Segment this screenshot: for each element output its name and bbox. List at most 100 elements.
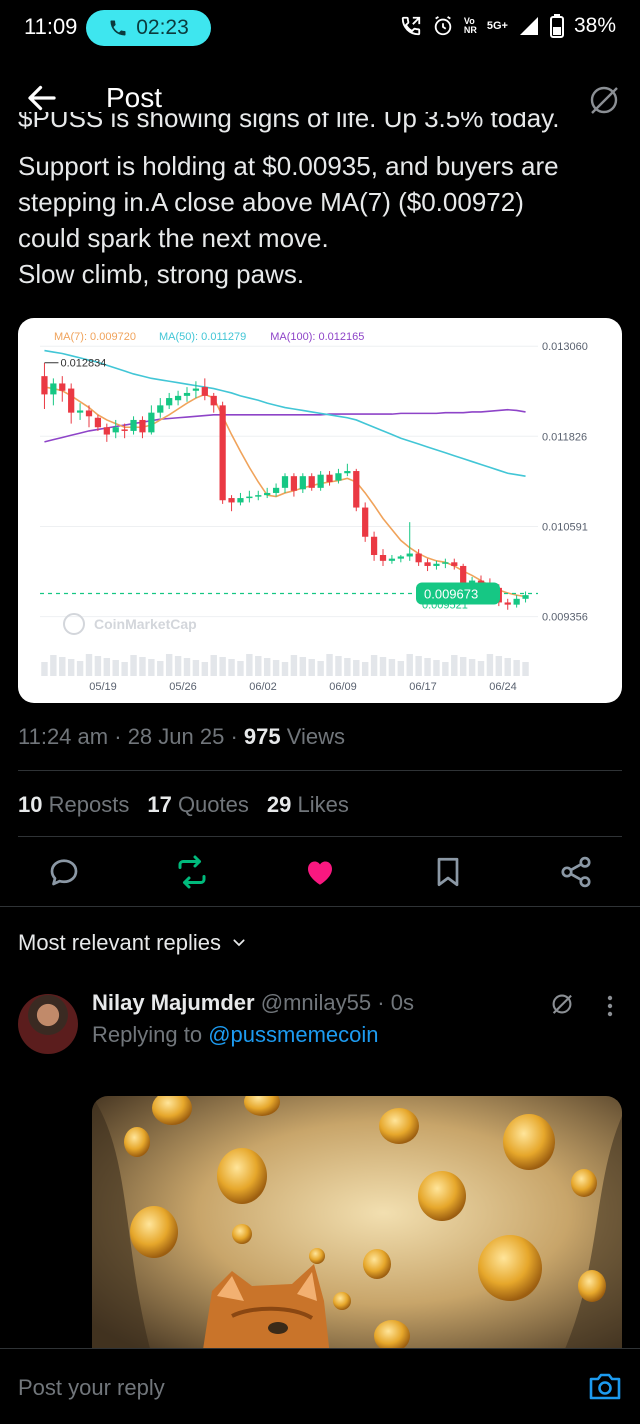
volume-bar [76,661,84,676]
legend-entry: MA(100): 0.012165 [270,331,364,343]
candle-body [451,562,458,566]
reply-icon[interactable] [46,854,82,890]
reply-input[interactable]: Post your reply [18,1375,165,1401]
volume-bar [112,660,119,676]
signal-icon [519,17,538,35]
volume-bar [246,654,253,676]
candle-body [370,536,378,555]
replying-to-link[interactable]: @pussmemecoin [208,1022,378,1047]
chart-image[interactable]: 0.013060 0.011826 0.010591 0.009356 MA(7): 0… [18,318,622,703]
candle-body [94,417,102,428]
divider [18,770,622,771]
candle-body [237,498,244,503]
candle-body [442,562,449,564]
volume-bar [41,662,48,676]
volume-bar [157,661,164,676]
candle-body [335,473,342,481]
candle-body [210,395,217,406]
avatar[interactable] [18,994,78,1054]
volume-bar [263,658,271,676]
volume-bar [148,659,155,676]
candle-body [504,602,511,605]
share-icon[interactable] [558,854,594,890]
post-meta: 11:24 am · 28 Jun 25 · 975 Views [18,724,346,749]
candle-body [148,412,155,433]
quotes-stat[interactable]: 17 Quotes [147,792,249,818]
legend-entry: MA(50): 0.011279 [159,331,246,343]
x-tick-label: 05/26 [169,681,197,693]
candle-body [281,476,289,488]
cat-with-coins-illustration [92,1096,622,1356]
candle-body [424,562,431,566]
volte-indicator: Vo NR [464,17,477,35]
more-options-icon[interactable] [600,992,620,1020]
candle-body [344,471,351,474]
volume-bar [353,660,360,676]
volume-bar [85,654,93,676]
reply-author[interactable]: Nilay Majumder @mnilay55 · 0s [92,990,414,1016]
reposts-stat[interactable]: 10 Reposts [18,792,129,818]
candle-body [308,476,315,488]
candle-body [388,558,396,561]
y-tick-label: 0.009356 [542,612,588,624]
x-tick-label: 06/17 [409,681,437,693]
low-label: 0.009521 [422,600,468,612]
replying-label: Replying to [92,1022,203,1047]
volume-bar [183,658,191,676]
x-tick-label: 06/24 [489,681,517,693]
volume-bar [237,661,244,676]
nr-label: NR [463,25,477,35]
post-date: 28 Jun 25 [127,724,225,749]
like-icon[interactable] [302,854,338,890]
chevron-down-icon [233,939,245,947]
ongoing-call-pill[interactable]: 02:23 [86,10,211,46]
candle-body [201,387,208,396]
call-forward-icon [401,16,421,36]
candle-body [121,429,128,431]
price-chart: 0.013060 0.011826 0.010591 0.009356 MA(7): 0… [40,331,588,693]
volume-bar [192,660,200,676]
candle-body [103,427,110,435]
likes-stat[interactable]: 29 Likes [267,792,349,818]
reply-composer: Post your reply [0,1348,640,1424]
post-actions [0,846,640,898]
grok-icon[interactable] [548,990,576,1018]
candle-body [157,405,164,413]
post-text-line: Support is holding at $0.00935, and buye… [18,151,559,181]
reply-media-image[interactable] [92,1096,622,1356]
candle-body [317,474,324,488]
candle-body [433,563,440,566]
volume-bar [370,655,378,676]
candle-body [183,392,191,396]
volume-bar [504,658,511,676]
volume-bar [388,659,396,676]
volume-bar [228,659,235,676]
replies-sort-dropdown[interactable]: Most relevant replies [18,930,247,956]
post-text: Support is holding at $0.00935, and buye… [18,148,628,292]
volume-bar [477,661,485,676]
post-text-clipped-line: $PUSS is showing signs of life. Up 3.5% … [18,112,628,136]
candle-body [59,383,66,391]
replies-heading: Most relevant replies [18,930,221,955]
volume-bar [201,662,209,676]
x-tick-label: 05/19 [89,681,117,693]
bookmark-icon[interactable] [430,854,466,890]
candle-body [264,492,271,496]
volume-bar [130,655,137,676]
volume-bar [67,659,75,676]
quotes-count: 17 [147,792,172,817]
candle-body [174,395,182,401]
status-bar: 11:09 02:23 Vo NR 5G+ 38% [0,0,640,56]
volume-bar [495,656,503,676]
volume-bar [442,662,449,676]
y-tick-label: 0.010591 [542,521,588,533]
camera-icon[interactable] [588,1371,622,1401]
volume-bar [299,657,307,676]
post-text-line: could spark the next move. [18,223,329,253]
back-arrow-icon[interactable] [24,80,60,116]
volume-bar [513,660,520,676]
candle-body [41,376,48,395]
repost-icon[interactable] [174,854,210,890]
candle-body [139,419,146,433]
reply-author-handle: @mnilay55 [260,990,372,1015]
